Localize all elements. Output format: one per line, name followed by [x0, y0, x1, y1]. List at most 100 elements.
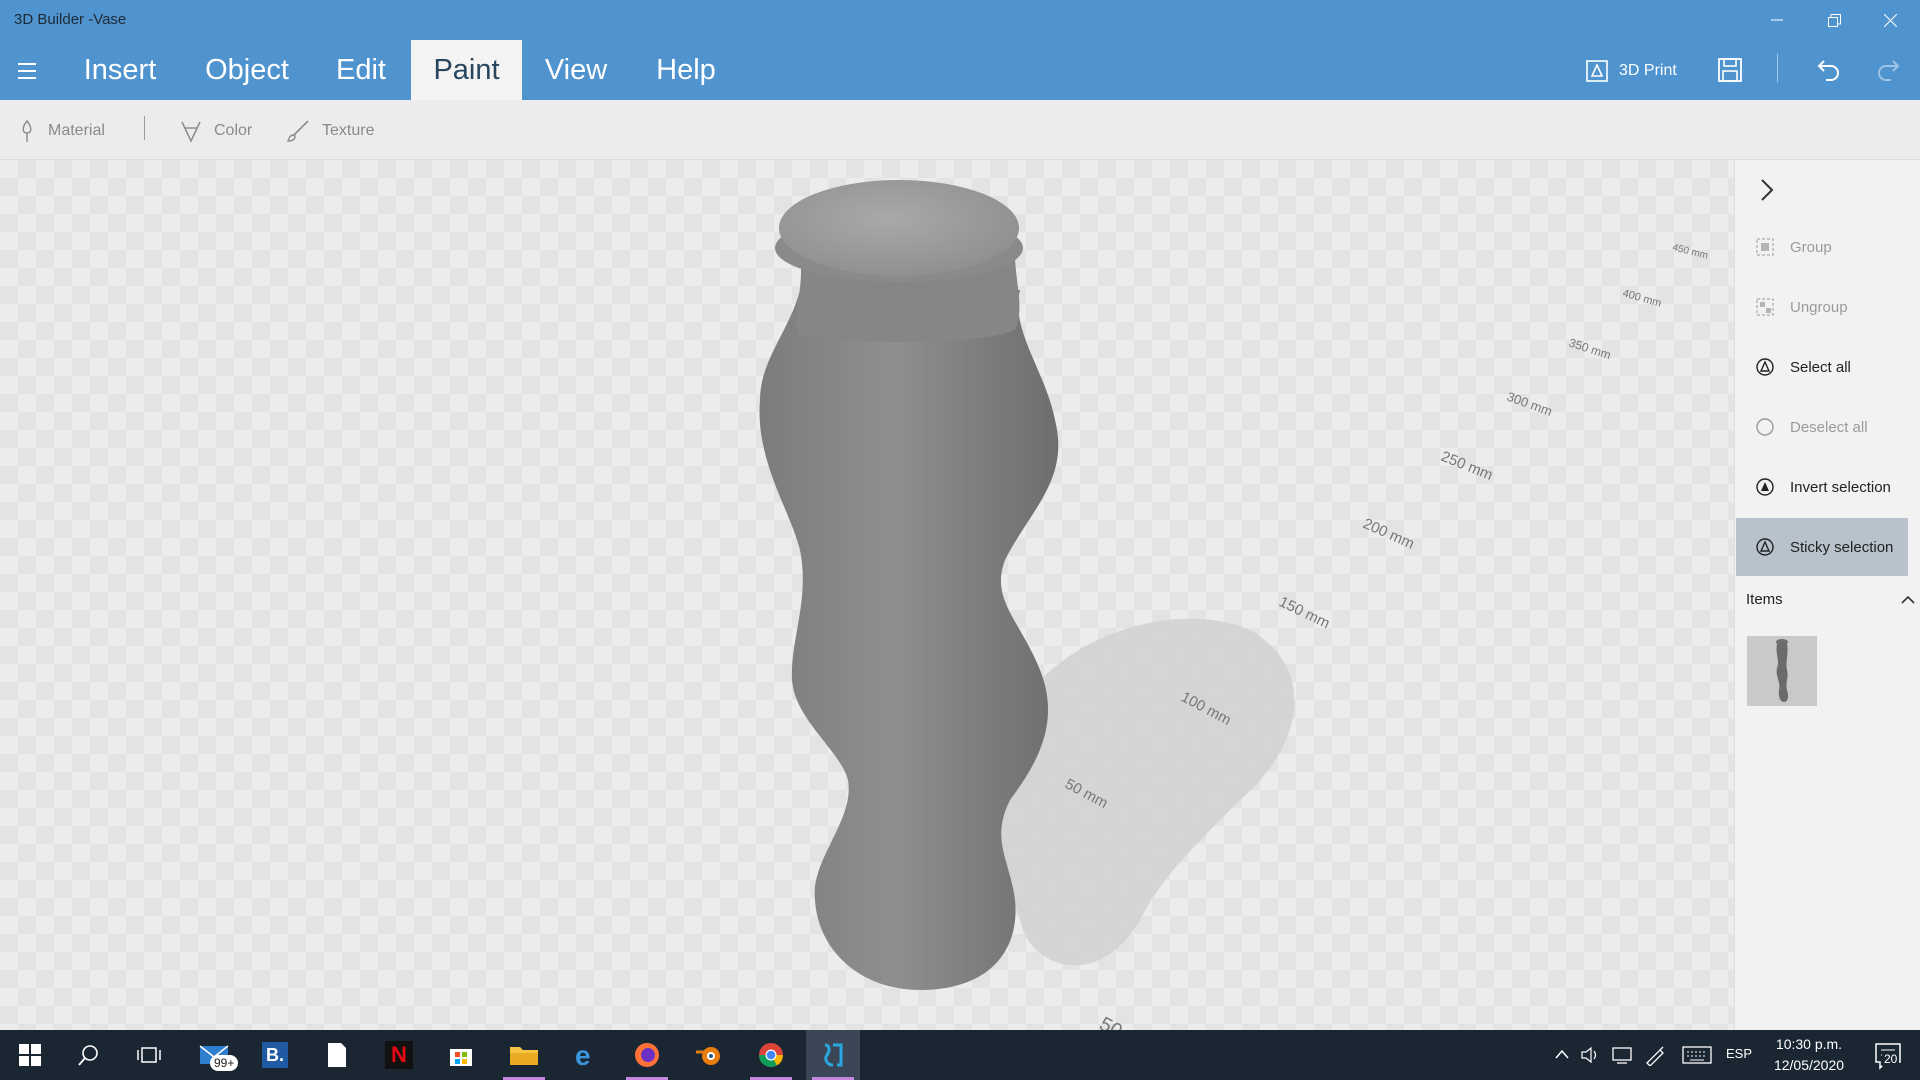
volume-icon[interactable]	[1580, 1045, 1600, 1065]
clock[interactable]: 10:30 p.m. 12/05/2020	[1762, 1034, 1856, 1076]
undo-button[interactable]	[1815, 55, 1845, 85]
3d-builder-icon	[824, 1043, 843, 1067]
mail-badge: 99+	[210, 1055, 239, 1071]
close-button[interactable]	[1868, 6, 1912, 34]
taskbar-file-explorer[interactable]	[497, 1030, 551, 1080]
tab-edit[interactable]: Edit	[325, 40, 397, 100]
task-view-button[interactable]	[122, 1030, 176, 1080]
selection-panel: Group Ungroup Select all Deselect all In…	[1734, 160, 1920, 1030]
netflix-icon: N	[385, 1041, 413, 1069]
ruler-label-bottom: 50	[1096, 1013, 1126, 1030]
vase-lid-top	[779, 180, 1019, 276]
network-icon[interactable]	[1611, 1045, 1633, 1065]
minimize-button[interactable]	[1755, 6, 1799, 34]
select-all-button[interactable]: Select all	[1736, 338, 1908, 396]
restore-icon	[1827, 13, 1841, 27]
svg-text:e: e	[575, 1041, 591, 1069]
ruler-label-450: 450 mm	[1671, 242, 1709, 261]
deselect-all-button[interactable]: Deselect all	[1736, 398, 1908, 456]
vase-thumbnail-icon	[1776, 639, 1788, 702]
store-icon	[450, 1049, 472, 1066]
collapse-panel-button[interactable]	[1755, 176, 1781, 206]
invert-selection-label: Invert selection	[1790, 478, 1891, 496]
group-button[interactable]: Group	[1736, 218, 1908, 276]
ruler-label-400: 400 mm	[1621, 287, 1663, 309]
chrome-icon	[759, 1043, 783, 1068]
group-label: Group	[1790, 238, 1832, 256]
taskbar-3d-builder[interactable]	[806, 1030, 860, 1080]
tab-help[interactable]: Help	[646, 40, 726, 100]
ruler-label-350: 350 mm	[1567, 336, 1613, 363]
notification-count: 20	[1882, 1052, 1900, 1066]
ruler-label-200: 200 mm	[1360, 515, 1416, 553]
taskbar-file[interactable]	[310, 1030, 364, 1080]
windows-taskbar: 99+ B. N e ESP 10:30 p.m. 12/05/2020 20	[0, 1030, 1920, 1080]
3d-print-icon	[1586, 60, 1608, 82]
search-icon	[78, 1045, 98, 1066]
task-view-icon	[137, 1047, 161, 1063]
toolbar-divider	[144, 116, 145, 140]
chevron-right-icon	[1761, 179, 1774, 201]
brush-icon	[287, 120, 309, 142]
items-section-header[interactable]: Items	[1746, 587, 1916, 611]
taskbar-b-app[interactable]: B.	[248, 1030, 302, 1080]
taskbar-store[interactable]	[434, 1030, 488, 1080]
search-button[interactable]	[62, 1030, 116, 1080]
clock-date: 12/05/2020	[1773, 1057, 1845, 1073]
window-title: 3D Builder -Vase	[14, 11, 127, 28]
invert-selection-button[interactable]: Invert selection	[1736, 458, 1908, 516]
language-indicator[interactable]: ESP	[1726, 1046, 1752, 1061]
ruler-label-150: 150 mm	[1276, 593, 1332, 632]
taskbar-edge[interactable]: e	[559, 1030, 613, 1080]
sticky-selection-icon	[1754, 536, 1776, 558]
toolbar-divider	[1777, 54, 1778, 82]
ungroup-icon	[1754, 296, 1776, 318]
start-button[interactable]	[3, 1030, 57, 1080]
pen-icon[interactable]	[1644, 1044, 1666, 1066]
paint-toolbar: Material Color Texture	[0, 100, 1920, 160]
chevron-up-icon[interactable]	[1554, 1048, 1570, 1060]
select-all-icon	[1754, 356, 1776, 378]
tab-view[interactable]: View	[536, 40, 616, 100]
items-heading: Items	[1746, 590, 1783, 608]
ruler-label-300: 300 mm	[1505, 389, 1554, 419]
color-label: Color	[214, 122, 253, 139]
blender-icon	[696, 1047, 720, 1065]
sticky-selection-button[interactable]: Sticky selection	[1736, 518, 1908, 576]
edge-icon: e	[575, 1041, 591, 1069]
color-tool[interactable]: Color	[180, 117, 252, 145]
redo-icon	[1878, 60, 1900, 81]
tab-paint[interactable]: Paint	[411, 40, 522, 100]
deselect-all-icon	[1754, 416, 1776, 438]
invert-selection-icon	[1754, 476, 1776, 498]
save-button[interactable]	[1716, 56, 1746, 86]
tab-object[interactable]: Object	[193, 40, 301, 100]
close-icon	[1883, 13, 1897, 27]
scene: 50 mm 100 mm 150 mm 200 mm 250 mm 300 mm…	[759, 180, 1709, 1030]
material-tool[interactable]: Material	[18, 117, 105, 145]
redo-button[interactable]	[1874, 55, 1904, 85]
material-icon	[22, 119, 32, 142]
ungroup-button[interactable]: Ungroup	[1736, 278, 1908, 336]
document-icon	[328, 1043, 346, 1067]
b-app-icon: B.	[262, 1042, 288, 1068]
3d-print-button[interactable]: 3D Print	[1585, 55, 1677, 87]
minimize-icon	[1771, 19, 1783, 21]
tab-insert[interactable]: Insert	[72, 40, 168, 100]
ruler-label-250: 250 mm	[1439, 448, 1496, 484]
taskbar-chrome[interactable]	[744, 1030, 798, 1080]
texture-tool[interactable]: Texture	[286, 117, 374, 145]
taskbar-blender[interactable]	[682, 1030, 736, 1080]
taskbar-netflix[interactable]: N	[372, 1030, 426, 1080]
texture-label: Texture	[322, 122, 375, 139]
paint-bucket-icon	[181, 121, 201, 143]
save-icon	[1718, 58, 1742, 82]
material-label: Material	[48, 122, 105, 139]
item-thumbnail-vase[interactable]	[1747, 636, 1817, 706]
firefox-icon	[635, 1043, 659, 1067]
maximize-button[interactable]	[1812, 6, 1856, 34]
taskbar-firefox[interactable]	[620, 1030, 674, 1080]
hamburger-menu-icon[interactable]	[14, 60, 40, 82]
keyboard-icon[interactable]	[1682, 1046, 1712, 1064]
3d-viewport[interactable]: 50 mm 100 mm 150 mm 200 mm 250 mm 300 mm…	[0, 160, 1734, 1030]
